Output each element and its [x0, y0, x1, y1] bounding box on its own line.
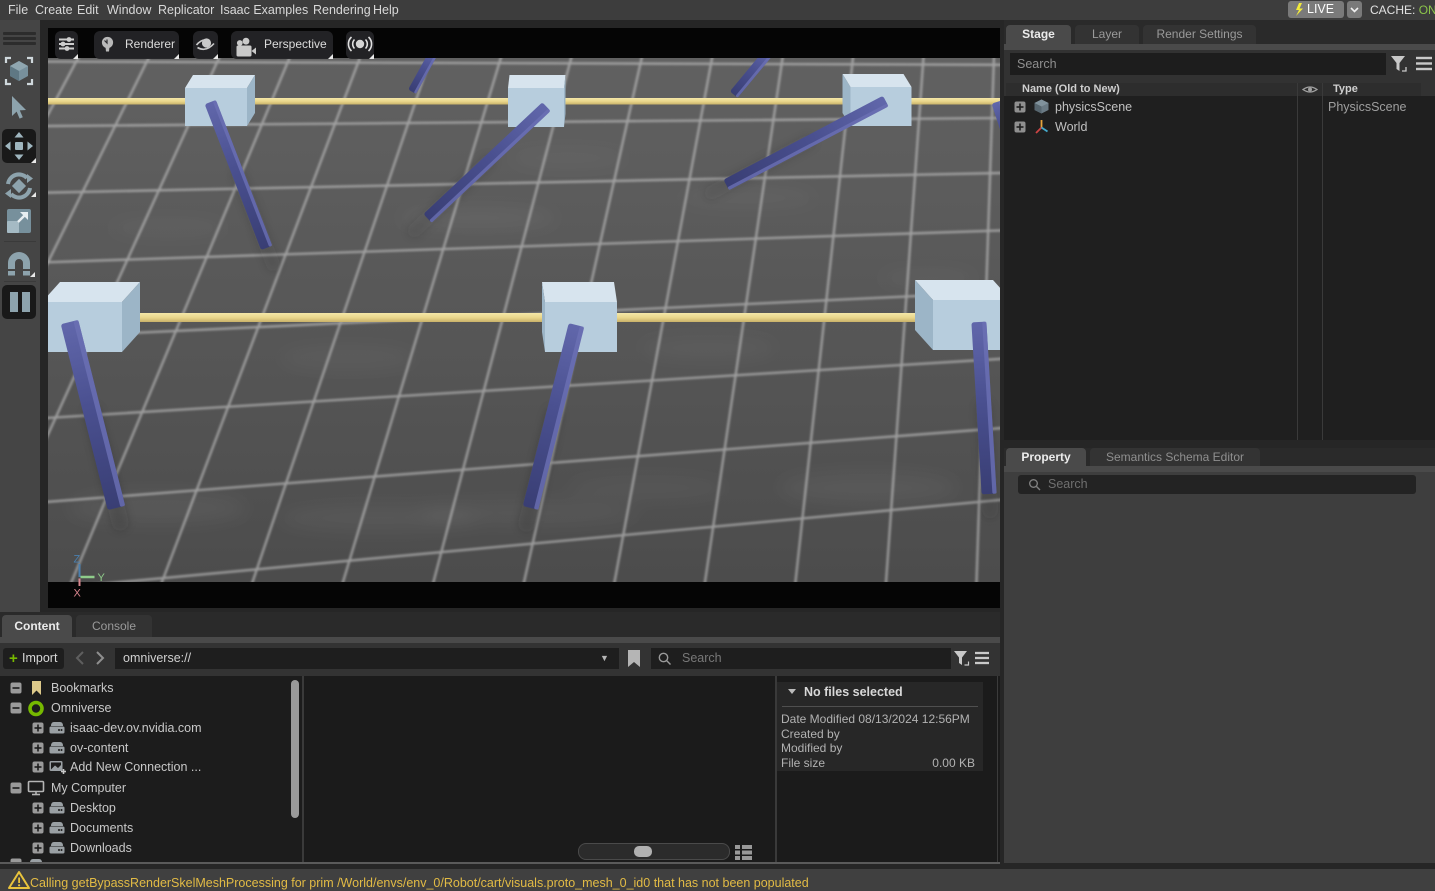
svg-text:Y: Y — [98, 572, 106, 584]
svg-text:Z: Z — [74, 554, 81, 566]
svg-text:X: X — [74, 588, 82, 600]
